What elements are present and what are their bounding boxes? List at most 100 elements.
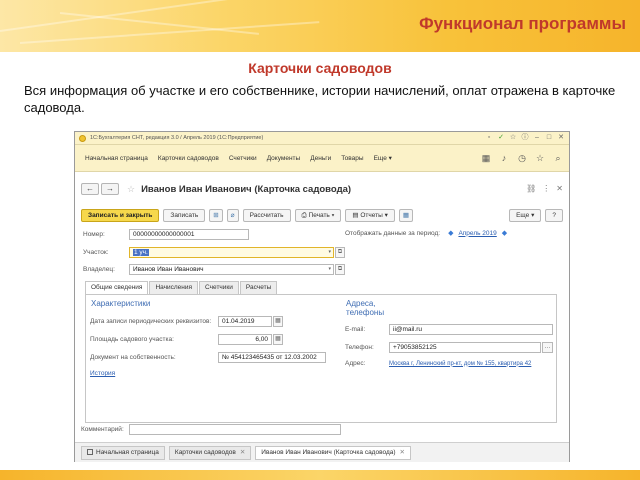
slide-description: Вся информация об участке и его собствен… xyxy=(24,83,616,115)
notifications-icon[interactable]: ▫ xyxy=(485,134,493,142)
info-icon[interactable]: ⓘ xyxy=(521,134,529,142)
report-list-icon[interactable]: ▦ xyxy=(398,208,414,222)
more-vert-icon[interactable]: ⋮ xyxy=(542,184,550,193)
section-more-label: Еще xyxy=(373,155,387,162)
section-more-arrow: ▾ xyxy=(386,155,392,162)
open-tab-card-ivanov-label: Иванов Иван Иванович (Карточка садовода) xyxy=(261,448,396,456)
star-icon[interactable]: ☆ xyxy=(535,153,545,163)
period-prev-icon[interactable]: ◆ xyxy=(448,229,453,237)
plot-open-icon[interactable]: ⧉ xyxy=(335,247,345,258)
more-label: Еще xyxy=(516,211,530,219)
close-tab-icon[interactable]: ✕ xyxy=(240,449,245,456)
open-tab-home[interactable]: Начальная страница xyxy=(81,445,165,460)
search-icon[interactable]: ⌕ xyxy=(553,153,563,163)
owner-field[interactable]: Иванов Иван Иванович ▾ xyxy=(129,264,334,275)
section-goods[interactable]: Товары xyxy=(341,155,363,162)
period-link[interactable]: Апрель 2019 xyxy=(458,230,496,237)
form-close-icon[interactable]: ✕ xyxy=(556,184,563,193)
window-title: 1С:Бухгалтерия СНТ, редакция 3.0 / Апрел… xyxy=(90,135,264,141)
more-button[interactable]: Еще ▾ xyxy=(509,208,542,222)
phone-field[interactable]: +79053852125 xyxy=(389,342,541,353)
bell-icon[interactable]: ♪ xyxy=(499,153,509,163)
slide-subtitle: Карточки садоводов xyxy=(248,60,392,76)
date-field[interactable]: 01.04.2019 xyxy=(218,316,272,327)
number-label: Номер: xyxy=(83,231,105,238)
window-titlebar: 1С:Бухгалтерия СНТ, редакция 3.0 / Апрел… xyxy=(75,132,569,145)
open-windows-bar: Начальная страница Карточки садоводов ✕ И… xyxy=(75,442,569,462)
app-window: 1С:Бухгалтерия СНТ, редакция 3.0 / Апрел… xyxy=(74,131,570,462)
doc-label: Документ на собственность: xyxy=(90,354,176,361)
comment-row: Комментарий: xyxy=(81,424,341,435)
number-field[interactable]: 00000000000000001 xyxy=(129,229,249,240)
link-icon-2[interactable]: ⛓ xyxy=(526,184,536,193)
owner-value: Иванов Иван Иванович xyxy=(133,266,204,273)
form-title: Иванов Иван Иванович (Карточка садовода) xyxy=(141,183,352,195)
help-button[interactable]: ? xyxy=(545,208,563,222)
form-area: ← → ☆ Иванов Иван Иванович (Карточка сад… xyxy=(75,173,569,423)
structure-icon[interactable]: ⊞ xyxy=(209,208,223,222)
tab-charges[interactable]: Начисления xyxy=(149,281,199,294)
owner-open-icon[interactable]: ⧉ xyxy=(335,264,345,275)
reports-button[interactable]: ▤ Отчеты ▾ xyxy=(345,208,395,222)
forward-button[interactable]: → xyxy=(101,183,119,195)
slide-footer xyxy=(0,470,640,480)
tab-meters[interactable]: Счетчики xyxy=(199,281,239,294)
section-meters[interactable]: Счетчики xyxy=(229,155,257,162)
back-button[interactable]: ← xyxy=(81,183,99,195)
grid-icon[interactable]: ▦ xyxy=(481,153,491,163)
form-toolbar: Записать и закрыть Записать ⊞ ⌀ Рассчита… xyxy=(81,208,563,222)
print-button[interactable]: ⎙ Печать ▾ xyxy=(294,208,342,222)
sections-panel: Начальная страница Карточки садоводов Сч… xyxy=(75,145,569,172)
open-tab-cards-label: Карточки садоводов xyxy=(174,448,236,456)
print-icon: ⎙ xyxy=(301,211,309,219)
phone-more-icon[interactable]: … xyxy=(542,342,553,353)
owner-label: Владелец: xyxy=(83,266,115,273)
close-icon[interactable]: ✕ xyxy=(557,134,565,142)
address-link[interactable]: Москва г, Ленинский пр-кт, дом № 155, кв… xyxy=(389,361,531,367)
section-cards[interactable]: Карточки садоводов xyxy=(158,155,219,162)
section-home[interactable]: Начальная страница xyxy=(85,155,148,162)
contacts-title-line2: телефоны xyxy=(346,308,385,317)
section-more[interactable]: Еще ▾ xyxy=(374,154,392,162)
email-field[interactable]: ii@mail.ru xyxy=(389,324,553,335)
history-icon[interactable]: ☆ xyxy=(509,134,517,142)
close-tab-icon[interactable]: ✕ xyxy=(400,449,405,456)
plot-label: Участок: xyxy=(83,249,109,256)
slide-header: Функционал программы xyxy=(0,0,640,52)
print-label: Печать xyxy=(308,211,330,219)
doc-field[interactable]: № 454123465435 от 12.03.2002 xyxy=(218,352,326,363)
home-icon xyxy=(87,448,93,455)
contacts-title-line1: Адреса, xyxy=(346,299,376,308)
open-tab-card-ivanov[interactable]: Иванов Иван Иванович (Карточка садовода)… xyxy=(255,445,411,460)
plot-field[interactable]: 1 уч. ▾ xyxy=(129,247,334,258)
plot-dropdown-icon: ▾ xyxy=(328,249,331,255)
tab-payments[interactable]: Расчеты xyxy=(239,281,278,294)
comment-field[interactable] xyxy=(129,424,341,435)
section-documents[interactable]: Документы xyxy=(267,155,301,162)
address-label: Адрес: xyxy=(345,360,366,367)
contacts-title: Адреса, телефоны xyxy=(346,299,384,317)
period-next-icon[interactable]: ◆ xyxy=(502,229,507,237)
calculate-button[interactable]: Рассчитать xyxy=(242,208,291,222)
more-arrow: ▾ xyxy=(529,211,535,219)
save-close-button[interactable]: Записать и закрыть xyxy=(81,208,160,222)
attach-icon[interactable]: ⌀ xyxy=(226,208,239,222)
minimize-icon[interactable]: – xyxy=(533,134,541,142)
area-calc-icon[interactable]: ▦ xyxy=(273,334,283,345)
tab-general[interactable]: Общие сведения xyxy=(85,281,149,294)
tab-panel-general: Характеристики Дата записи периодических… xyxy=(85,294,557,423)
favorite-star-icon[interactable]: ☆ xyxy=(127,184,135,195)
history-link[interactable]: История xyxy=(90,370,115,377)
save-button[interactable]: Записать xyxy=(163,208,206,222)
open-tab-cards[interactable]: Карточки садоводов ✕ xyxy=(168,445,252,460)
date-label: Дата записи периодических реквизитов: xyxy=(90,318,212,325)
section-money[interactable]: Деньги xyxy=(310,155,331,162)
link-icon[interactable]: ✓ xyxy=(497,134,505,142)
area-field[interactable]: 6,00 xyxy=(218,334,272,345)
reports-label: Отчеты xyxy=(360,211,383,219)
form-tabs: Общие сведения Начисления Счетчики Расче… xyxy=(85,281,278,294)
maximize-icon[interactable]: □ xyxy=(545,134,553,142)
calendar-icon[interactable]: ▦ xyxy=(273,316,283,327)
clock-icon[interactable]: ◷ xyxy=(517,153,527,163)
phone-label: Телефон: xyxy=(345,344,374,351)
